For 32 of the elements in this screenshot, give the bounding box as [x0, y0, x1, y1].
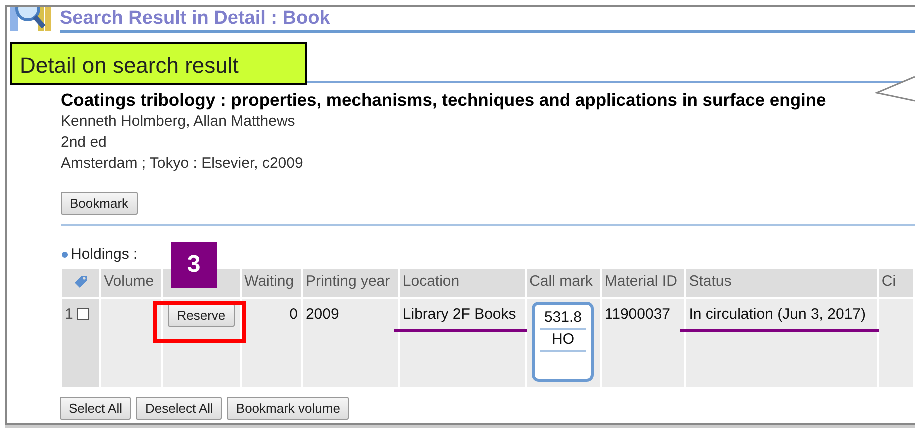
action-button[interactable]: Deselect All: [136, 396, 222, 420]
record-detail: Amsterdam ; Tokyo : Elsevier, c2009: [61, 154, 304, 174]
column-header: Printing year: [302, 268, 398, 296]
tag-icon: [74, 275, 88, 290]
table-cell: 2009: [306, 306, 340, 322]
bullet-icon: [62, 252, 68, 258]
table-cell: 11900037: [604, 306, 671, 322]
call-mark-label: 531.8 HO: [532, 302, 594, 382]
column-header: Call mark: [526, 268, 600, 296]
action-button[interactable]: Bookmark volume: [227, 396, 350, 420]
bookmark-button[interactable]: Bookmark: [61, 192, 138, 215]
holdings-label: Holdings :: [71, 245, 138, 265]
column-header: Volume: [101, 268, 162, 296]
column-header: Material ID: [602, 268, 684, 296]
table-cell: In circulation (Jun 3, 2017): [689, 306, 866, 322]
step-badge: 3: [171, 242, 217, 288]
column-header: Location: [400, 268, 525, 296]
column-header: Ci: [878, 268, 913, 296]
table-cell: Library 2F Books: [402, 306, 516, 322]
action-button[interactable]: Select All: [60, 396, 132, 420]
column-header: Status: [686, 268, 877, 296]
row-number: 1: [65, 306, 74, 322]
record-detail: Kenneth Holmberg, Allan Matthews: [61, 112, 296, 132]
annotation-label: Detail on search result: [10, 42, 307, 85]
page-title: Search Result in Detail : Book: [60, 8, 915, 33]
table-cell: 0: [290, 306, 298, 322]
record-detail: 2nd ed: [61, 133, 108, 153]
callout-pointer: [875, 76, 915, 102]
reserve-button[interactable]: Reserve: [168, 304, 235, 326]
record-title: Coatings tribology : properties, mechanisms, techniques and applications in surface engine: [61, 89, 828, 111]
column-header: Waiting: [242, 268, 301, 296]
checkbox[interactable]: [77, 308, 90, 320]
